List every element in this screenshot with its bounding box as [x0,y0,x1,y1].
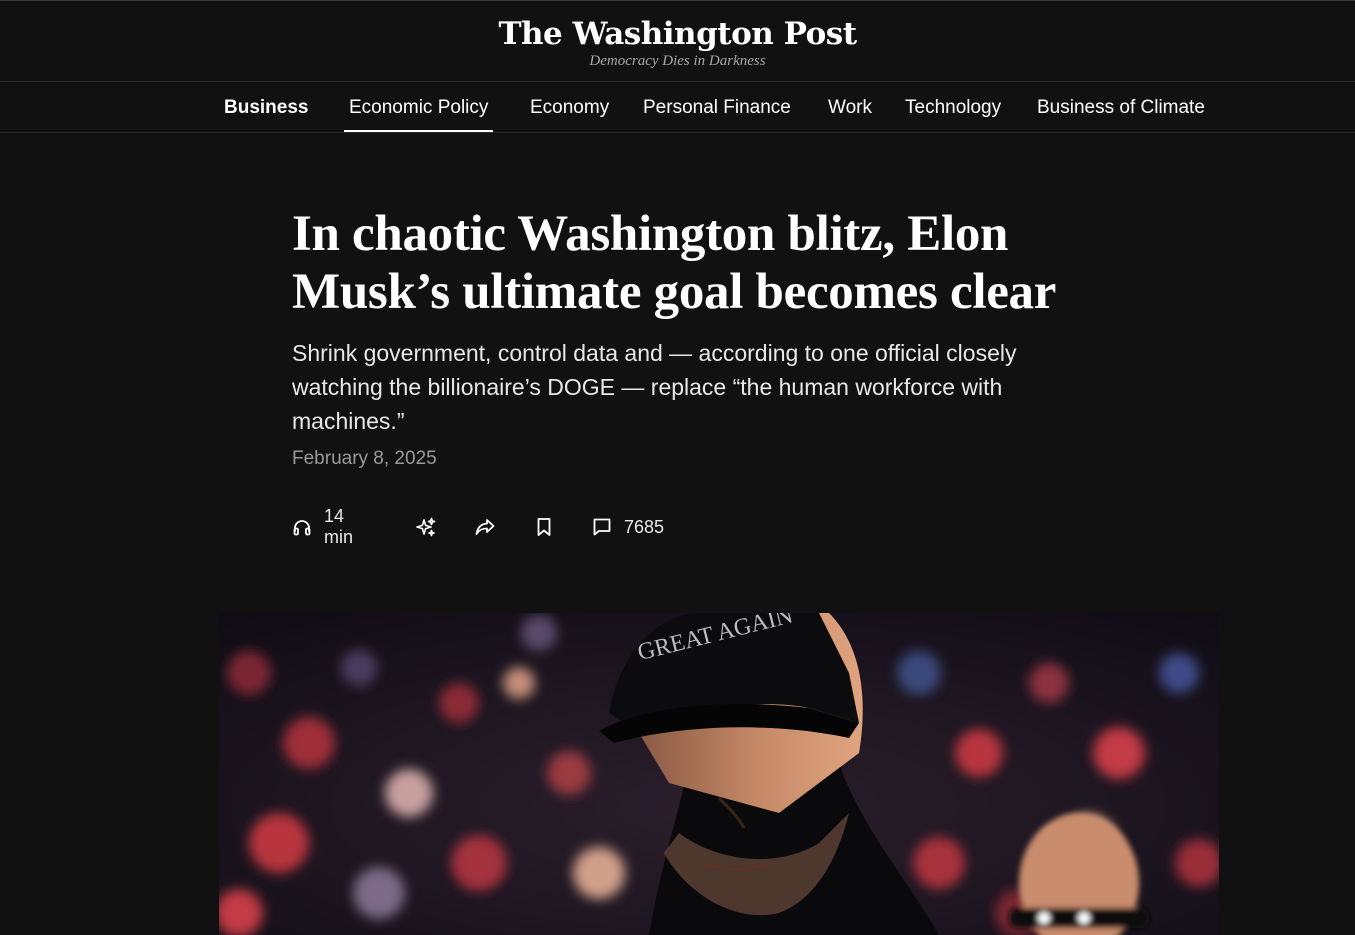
section-nav: Business Economic Policy Economy Persona… [0,81,1355,133]
nav-item-economy[interactable]: Economy [530,82,609,132]
save-button[interactable] [535,512,553,542]
nav-item-technology[interactable]: Technology [905,82,1001,132]
listen-button[interactable]: 14 min [292,506,353,547]
article-headline: In chaotic Washington blitz, Elon Musk’s… [292,206,1057,320]
comment-icon [592,517,612,537]
listen-duration: 14 min [324,506,354,547]
masthead-tagline: Democracy Dies in Darkness [589,53,766,69]
sparkle-icon [415,516,437,538]
nav-item-work[interactable]: Work [828,82,872,132]
share-icon [474,516,496,538]
nav-section-business[interactable]: Business [224,82,308,132]
share-button[interactable] [474,512,496,542]
bookmark-icon [535,517,553,537]
comments-button[interactable]: 7685 [592,512,664,542]
summarize-button[interactable] [415,512,437,542]
article-dek: Shrink government, control data and — ac… [292,340,1017,434]
site-header: The Washington Post Democracy Dies in Da… [0,0,1355,81]
nav-item-economic-policy[interactable]: Economic Policy [343,82,494,132]
article-date: February 8, 2025 [292,448,437,469]
headphones-icon [292,517,312,537]
comment-count: 7685 [624,516,665,537]
nav-item-business-of-climate[interactable]: Business of Climate [1037,82,1205,132]
hero-image[interactable]: GREAT AGAIN [219,613,1219,935]
nav-item-personal-finance[interactable]: Personal Finance [643,82,791,132]
hero-photo: GREAT AGAIN [219,613,1219,935]
masthead-logo[interactable]: The Washington Post [0,13,1355,55]
